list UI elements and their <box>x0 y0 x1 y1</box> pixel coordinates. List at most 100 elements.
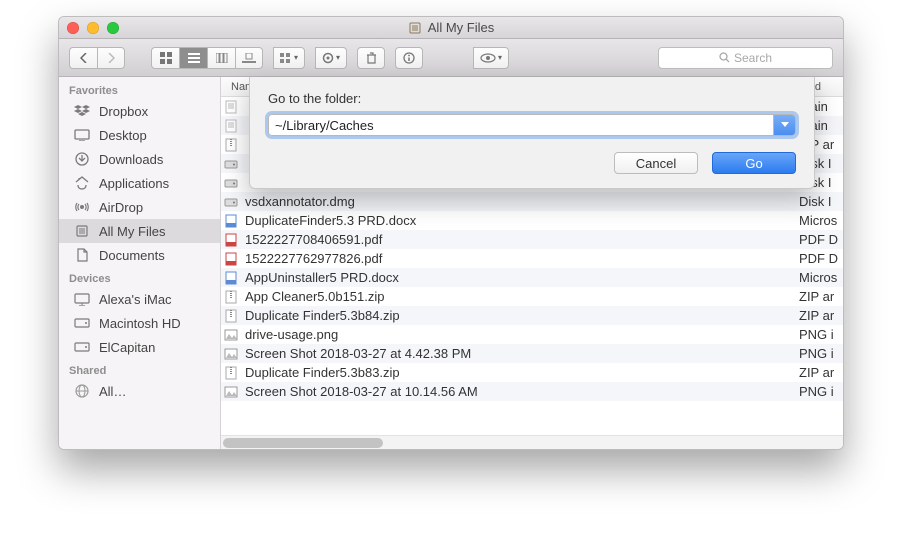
sidebar-item-label: All… <box>99 384 126 399</box>
path-input[interactable] <box>269 115 773 135</box>
file-name: Duplicate Finder5.3b83.zip <box>241 365 791 380</box>
sidebar-item-label: All My Files <box>99 224 165 239</box>
file-row[interactable]: Screen Shot 2018-03-27 at 10.14.56 AMPNG… <box>221 382 843 401</box>
column-view-button[interactable] <box>207 47 235 69</box>
sidebar-item-label: Downloads <box>99 152 163 167</box>
docx-file-icon <box>221 271 241 285</box>
go-button[interactable]: Go <box>712 152 796 174</box>
sidebar-item-label: Documents <box>99 248 165 263</box>
dmg-file-icon <box>221 196 241 208</box>
quicklook-button[interactable]: ▾ <box>473 47 509 69</box>
file-row[interactable]: drive-usage.pngPNG i <box>221 325 843 344</box>
sidebar-item-documents[interactable]: Documents <box>59 243 220 267</box>
file-row[interactable]: 1522227762977826.pdfPDF D <box>221 249 843 268</box>
go-label: Go <box>745 156 762 171</box>
horizontal-scrollbar[interactable] <box>221 435 843 449</box>
file-row[interactable]: App Cleaner5.0b151.zipZIP ar <box>221 287 843 306</box>
view-mode-buttons <box>151 47 263 69</box>
txt-file-icon <box>221 119 241 133</box>
file-kind: PDF D <box>791 232 843 247</box>
file-kind: Micros <box>791 270 843 285</box>
file-name: 1522227762977826.pdf <box>241 251 791 266</box>
sidebar-item-elcapitan[interactable]: ElCapitan <box>59 335 220 359</box>
quicklook-group: ▾ <box>473 47 509 69</box>
file-kind: Disk I <box>791 194 843 209</box>
file-row[interactable]: AppUninstaller5 PRD.docxMicros <box>221 268 843 287</box>
pdf-file-icon <box>221 233 241 247</box>
file-name: 1522227708406591.pdf <box>241 232 791 247</box>
file-row[interactable]: 1522227708406591.pdfPDF D <box>221 230 843 249</box>
sidebar-item-applications[interactable]: Applications <box>59 171 220 195</box>
dropbox-icon <box>73 102 91 120</box>
sidebar-item-downloads[interactable]: Downloads <box>59 147 220 171</box>
file-kind: Micros <box>791 213 843 228</box>
file-row[interactable]: Duplicate Finder5.3b83.zipZIP ar <box>221 363 843 382</box>
sidebar-section-header: Devices <box>59 267 220 287</box>
icon-view-button[interactable] <box>151 47 179 69</box>
zoom-window-button[interactable] <box>107 22 119 34</box>
zip-file-icon <box>221 290 241 304</box>
sidebar-item-label: Dropbox <box>99 104 148 119</box>
zip-file-icon <box>221 309 241 323</box>
sidebar-item-airdrop[interactable]: AirDrop <box>59 195 220 219</box>
cancel-label: Cancel <box>636 156 676 171</box>
minimize-window-button[interactable] <box>87 22 99 34</box>
sidebar-item-label: AirDrop <box>99 200 143 215</box>
back-button[interactable] <box>69 47 97 69</box>
sidebar-item-macintosh-hd[interactable]: Macintosh HD <box>59 311 220 335</box>
dmg-file-icon <box>221 158 241 170</box>
action-button[interactable]: ▾ <box>315 47 347 69</box>
sidebar-item-alexa-s-imac[interactable]: Alexa's iMac <box>59 287 220 311</box>
main: FavoritesDropboxDesktopDownloadsApplicat… <box>59 77 843 449</box>
file-name: Screen Shot 2018-03-27 at 10.14.56 AM <box>241 384 791 399</box>
path-combobox <box>268 114 796 136</box>
allfiles-icon <box>73 222 91 240</box>
png-file-icon <box>221 348 241 360</box>
png-file-icon <box>221 329 241 341</box>
file-kind: ZIP ar <box>791 289 843 304</box>
docx-file-icon <box>221 214 241 228</box>
trash-button[interactable] <box>357 47 385 69</box>
sidebar-item-label: Alexa's iMac <box>99 292 172 307</box>
applications-icon <box>73 174 91 192</box>
search-input[interactable]: Search <box>658 47 833 69</box>
all-my-files-icon <box>408 21 422 35</box>
go-to-folder-sheet: Go to the folder: Cancel Go <box>249 77 815 189</box>
sidebar-item-label: ElCapitan <box>99 340 155 355</box>
list-view-button[interactable] <box>179 47 207 69</box>
nav-buttons <box>69 47 125 69</box>
search-placeholder: Search <box>734 51 772 65</box>
file-row[interactable]: Duplicate Finder5.3b84.zipZIP ar <box>221 306 843 325</box>
pdf-file-icon <box>221 252 241 266</box>
sidebar-item-label: Desktop <box>99 128 147 143</box>
file-kind: ZIP ar <box>791 308 843 323</box>
info-button[interactable] <box>395 47 423 69</box>
downloads-icon <box>73 150 91 168</box>
coverflow-view-button[interactable] <box>235 47 263 69</box>
traffic-lights <box>67 22 119 34</box>
file-row[interactable]: Screen Shot 2018-03-27 at 4.42.38 PMPNG … <box>221 344 843 363</box>
sidebar-item-all-[interactable]: All… <box>59 379 220 403</box>
file-row[interactable]: DuplicateFinder5.3 PRD.docxMicros <box>221 211 843 230</box>
sidebar-item-desktop[interactable]: Desktop <box>59 123 220 147</box>
zip-file-icon <box>221 366 241 380</box>
toolbar: ▾ ▾ ▾ Search <box>59 39 843 77</box>
cancel-button[interactable]: Cancel <box>614 152 698 174</box>
sidebar-section-header: Shared <box>59 359 220 379</box>
airdrop-icon <box>73 198 91 216</box>
hdd-icon <box>73 338 91 356</box>
close-window-button[interactable] <box>67 22 79 34</box>
sidebar-item-label: Macintosh HD <box>99 316 181 331</box>
file-row[interactable]: vsdxannotator.dmgDisk I <box>221 192 843 211</box>
file-name: vsdxannotator.dmg <box>241 194 791 209</box>
file-name: Duplicate Finder5.3b84.zip <box>241 308 791 323</box>
sidebar-item-label: Applications <box>99 176 169 191</box>
zip-file-icon <box>221 138 241 152</box>
arrange-button[interactable]: ▾ <box>273 47 305 69</box>
path-dropdown-button[interactable] <box>773 115 795 135</box>
scrollbar-thumb[interactable] <box>223 438 383 448</box>
file-kind: PNG i <box>791 384 843 399</box>
forward-button[interactable] <box>97 47 125 69</box>
sidebar-item-dropbox[interactable]: Dropbox <box>59 99 220 123</box>
sidebar-item-all-my-files[interactable]: All My Files <box>59 219 220 243</box>
